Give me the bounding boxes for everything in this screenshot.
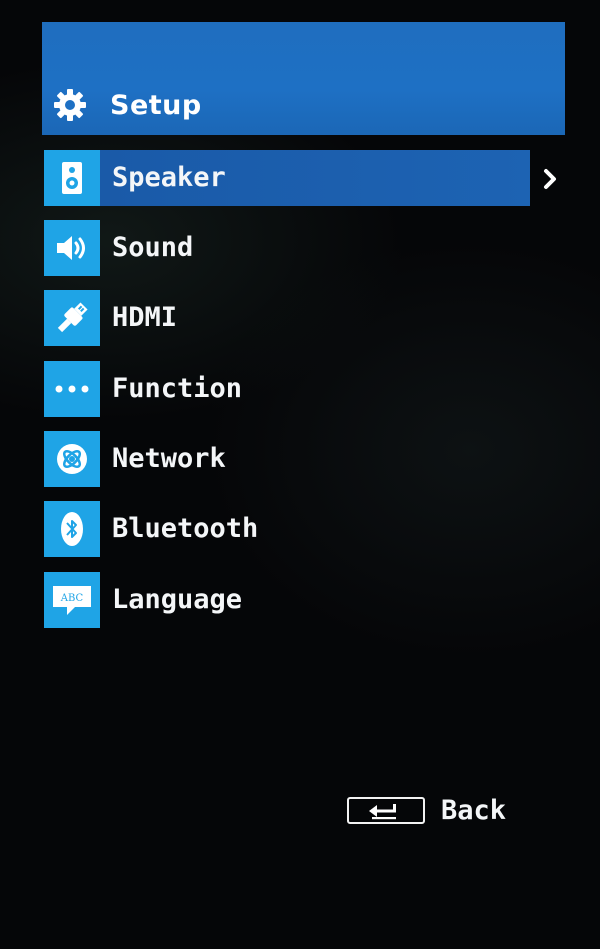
menu-item-speaker[interactable]: Speaker [42, 150, 532, 208]
menu-icon-box [44, 431, 100, 487]
menu-item-label: HDMI [112, 302, 178, 333]
menu-item-function[interactable]: Function [42, 361, 532, 419]
menu-item-label: Network [112, 443, 226, 474]
back-label[interactable]: Back [441, 793, 506, 829]
menu-item-bluetooth[interactable]: Bluetooth [42, 501, 532, 559]
menu-icon-box: ABC [44, 572, 100, 628]
speaker-icon [62, 162, 82, 194]
menu-icon-box [44, 150, 100, 206]
menu-icon-box [44, 501, 100, 557]
hdmi-cable-icon [57, 302, 88, 333]
setup-screen: Setup Speaker Sound HDMI Function Networ… [0, 0, 600, 949]
return-key-icon [369, 803, 396, 819]
menu-item-sound[interactable]: Sound [42, 220, 532, 278]
bluetooth-icon [61, 512, 83, 546]
menu-item-label: Speaker [112, 162, 226, 193]
svg-text:ABC: ABC [60, 593, 84, 604]
more-dots-icon [55, 385, 89, 393]
menu-item-language[interactable]: ABC Language [42, 572, 532, 630]
back-button[interactable] [347, 797, 425, 824]
menu-icon-box [44, 361, 100, 417]
page-title: Setup [110, 90, 202, 121]
menu-item-network[interactable]: Network [42, 431, 532, 489]
menu-icon-box [44, 290, 100, 346]
menu-icon-box [44, 220, 100, 276]
volume-icon [57, 236, 85, 260]
menu-item-label: Sound [112, 232, 194, 263]
menu-item-label: Language [112, 584, 243, 615]
menu-item-label: Function [112, 373, 243, 404]
gear-icon [54, 89, 86, 121]
menu-item-label: Bluetooth [112, 513, 259, 544]
menu-item-hdmi[interactable]: HDMI [42, 290, 532, 348]
abc-speech-icon: ABC [53, 586, 91, 615]
chevron-right-icon[interactable] [541, 165, 561, 193]
network-globe-icon [57, 444, 87, 474]
